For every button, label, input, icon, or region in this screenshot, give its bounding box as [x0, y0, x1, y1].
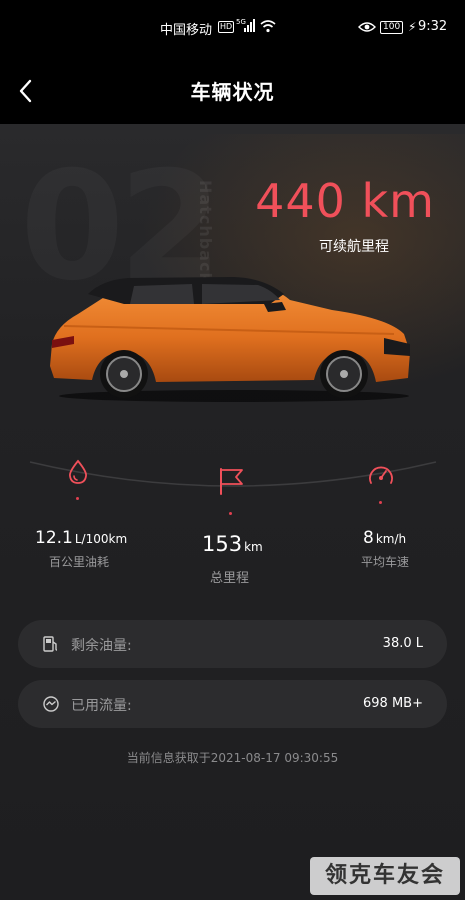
eye-comfort-icon — [358, 22, 376, 32]
speed-dot — [379, 501, 382, 504]
speedometer-icon — [369, 466, 393, 484]
mileage-dot — [229, 512, 232, 515]
data-usage-label: 已用流量: — [71, 698, 132, 714]
model-word-watermark: Hatchback — [196, 180, 215, 285]
range-value: 440 km — [255, 174, 435, 228]
clock: 9:32 — [418, 19, 448, 34]
data-usage-value: 698 MB+ — [363, 696, 423, 711]
battery-indicator: 100 — [380, 21, 404, 34]
data-usage-card: 已用流量: 698 MB+ — [18, 680, 447, 728]
update-timestamp: 当前信息获取于2021-08-17 09:30:55 — [126, 751, 339, 765]
average-speed-label: 平均车速 — [361, 555, 410, 569]
signal-label: 5G — [236, 18, 246, 26]
charging-icon: ⚡ — [408, 20, 417, 34]
fuel-consumption-value: 12.1 L/100km — [35, 528, 127, 548]
data-usage-icon — [43, 696, 59, 712]
average-speed-value: 8 km/h — [363, 528, 406, 548]
fuel-drop-icon — [69, 459, 87, 484]
flag-icon — [220, 468, 243, 495]
vehicle-status-panel: 02 Hatchback 440 km 可续航里程 — [0, 124, 465, 900]
car-illustration — [50, 277, 410, 402]
fuel-dot — [76, 497, 79, 500]
fuel-remaining-value: 38.0 L — [382, 636, 423, 651]
fuel-consumption-unit: L/100km — [74, 532, 128, 546]
forum-watermark: 领克车友会 — [310, 857, 460, 895]
fuel-consumption-number: 12.1 — [35, 528, 73, 548]
status-bar: 中国移动 HD 5G 100 ⚡ 9:32 — [0, 0, 465, 56]
fuel-remaining-card: 剩余油量: 38.0 L — [18, 620, 447, 668]
hd-badge: HD — [218, 21, 235, 33]
wifi-icon — [260, 20, 276, 33]
fuel-pump-icon — [43, 636, 58, 652]
signal-icon: 5G — [236, 18, 255, 32]
app-bar: 车辆状况 — [0, 56, 465, 124]
average-speed-number: 8 — [363, 528, 374, 548]
total-mileage-number: 153 — [202, 532, 243, 556]
total-mileage-label: 总里程 — [210, 571, 250, 586]
carrier-name: 中国移动 — [160, 23, 213, 38]
total-mileage-value: 153 km — [202, 532, 263, 556]
range-label: 可续航里程 — [319, 239, 389, 255]
fuel-remaining-label: 剩余油量: — [71, 638, 132, 654]
average-speed-unit: km/h — [375, 532, 407, 546]
total-mileage-unit: km — [244, 540, 263, 554]
fuel-consumption-label: 百公里油耗 — [49, 555, 110, 569]
page-title: 车辆状况 — [190, 80, 275, 104]
